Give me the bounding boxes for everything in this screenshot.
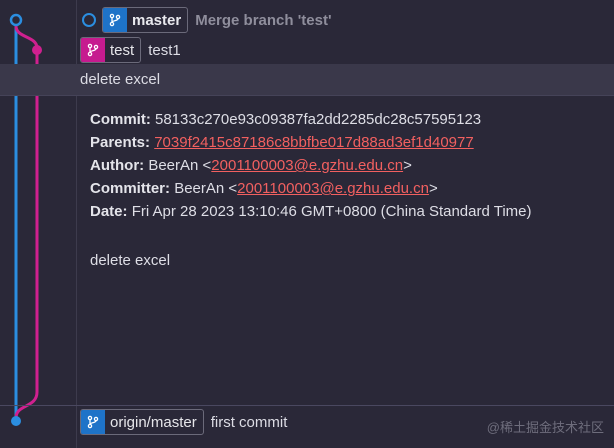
head-indicator-icon <box>82 13 96 27</box>
commit-hash-line: Commit: 58133c270e93c09387fa2dd2285dc28c… <box>90 111 482 128</box>
branch-label: master <box>132 11 182 29</box>
commit-message: test1 <box>148 41 181 59</box>
branch-icon <box>103 8 127 32</box>
parent-hash-link[interactable]: 7039f2415c87186c8bbfbe017d88ad3ef1d40977 <box>154 134 473 151</box>
parents-line: Parents: 7039f2415c87186c8bbfbe017d88ad3… <box>90 134 474 151</box>
branch-icon <box>81 410 105 434</box>
commit-body: delete excel <box>90 252 171 269</box>
commit-date: Fri Apr 28 2023 13:10:46 GMT+0800 (China… <box>131 203 532 220</box>
commit-message: delete excel <box>80 71 161 88</box>
author-email-link[interactable]: 2001100003@e.gzhu.edu.cn <box>211 157 403 174</box>
branch-label: origin/master <box>110 413 197 431</box>
commit-row[interactable]: master Merge branch 'test' <box>0 5 614 35</box>
branch-ref-test[interactable]: test <box>80 37 142 63</box>
commit-row-selected[interactable]: delete excel <box>0 64 614 95</box>
commit-message: first commit <box>210 413 288 431</box>
commit-row[interactable]: test test1 <box>0 35 614 65</box>
commit-message: Merge branch 'test' <box>195 11 332 29</box>
committer-line: Committer: BeerAn <2001100003@e.gzhu.edu… <box>90 180 438 197</box>
commit-hash: 58133c270e93c09387fa2dd2285dc28c57595123 <box>155 111 482 128</box>
commit-details-panel: Commit: 58133c270e93c09387fa2dd2285dc28c… <box>90 108 532 272</box>
row-divider <box>0 405 614 406</box>
committer-email-link[interactable]: 2001100003@e.gzhu.edu.cn <box>237 180 429 197</box>
branch-ref-master[interactable]: master <box>102 7 189 33</box>
author-line: Author: BeerAn <2001100003@e.gzhu.edu.cn… <box>90 157 412 174</box>
branch-icon <box>81 38 105 62</box>
branch-ref-origin-master[interactable]: origin/master <box>80 409 204 435</box>
date-line: Date: Fri Apr 28 2023 13:10:46 GMT+0800 … <box>90 203 532 220</box>
branch-label: test <box>110 41 135 59</box>
row-divider <box>0 95 614 96</box>
watermark: @稀土掘金技术社区 <box>486 420 604 435</box>
